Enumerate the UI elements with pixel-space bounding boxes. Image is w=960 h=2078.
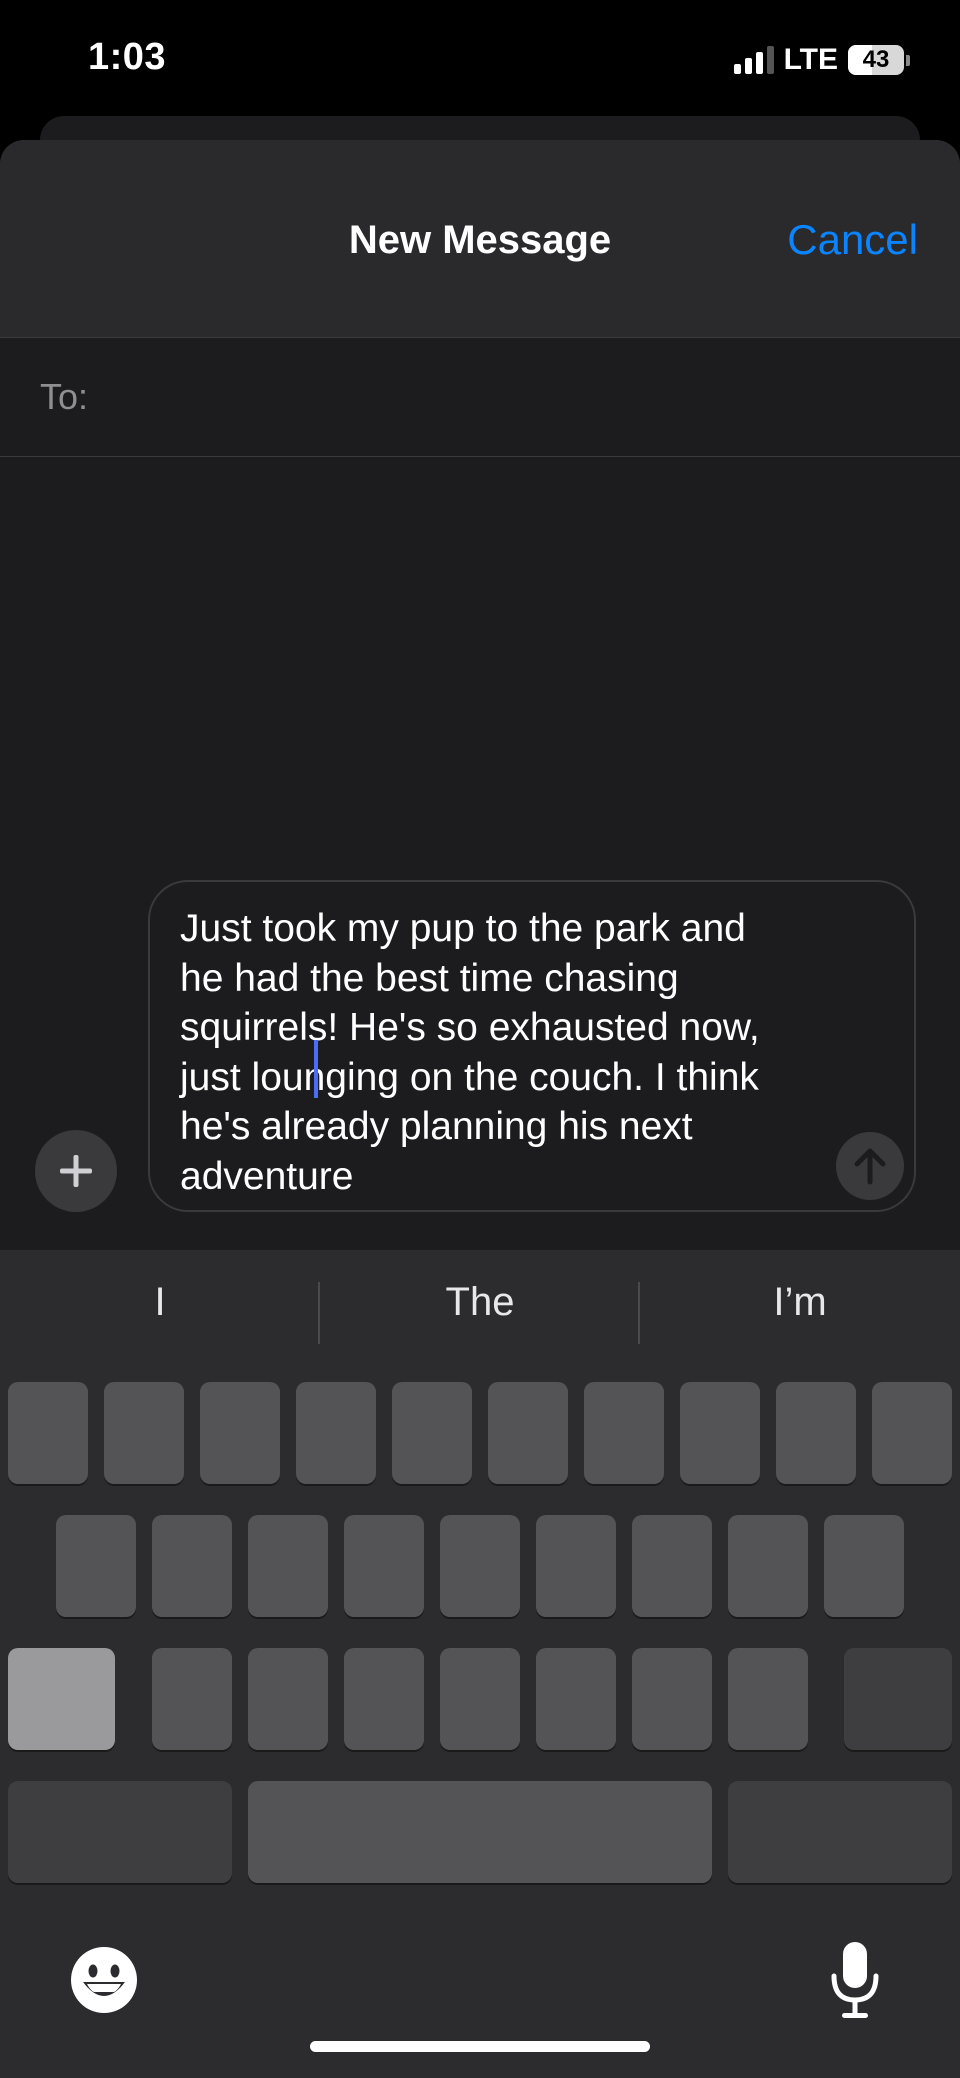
suggestion-2[interactable]: The: [320, 1280, 640, 1325]
keyboard-key[interactable]: [584, 1382, 664, 1484]
keyboard-key[interactable]: [680, 1382, 760, 1484]
recipient-row[interactable]: To:: [0, 338, 960, 457]
keyboard-key[interactable]: [872, 1382, 952, 1484]
message-text[interactable]: Just took my pup to the park and he had …: [180, 904, 820, 1201]
sheet-header: New Message Cancel: [0, 140, 960, 338]
shift-key[interactable]: [8, 1648, 115, 1750]
status-time: 1:03: [88, 36, 167, 78]
keyboard-key[interactable]: [152, 1648, 232, 1750]
emoji-icon: [71, 1947, 137, 2013]
keyboard: I The I’m: [0, 1250, 960, 2078]
cancel-button[interactable]: Cancel: [787, 216, 918, 264]
keyboard-key[interactable]: [248, 1648, 328, 1750]
keyboard-key[interactable]: [440, 1515, 520, 1617]
keyboard-key[interactable]: [248, 1515, 328, 1617]
keyboard-key[interactable]: [728, 1515, 808, 1617]
emoji-button[interactable]: [70, 1946, 138, 2019]
keyboard-key[interactable]: [440, 1648, 520, 1750]
screen: 1:03 LTE 43 New Message Cancel To: Just …: [0, 0, 960, 2078]
numbers-key[interactable]: [8, 1781, 232, 1883]
keyboard-key[interactable]: [488, 1382, 568, 1484]
dictation-button[interactable]: [830, 1942, 880, 2025]
keyboard-key[interactable]: [632, 1648, 712, 1750]
keyboard-key[interactable]: [776, 1382, 856, 1484]
delete-key[interactable]: [844, 1648, 952, 1750]
keyboard-key[interactable]: [536, 1515, 616, 1617]
home-indicator[interactable]: [310, 2041, 650, 2052]
keyboard-key[interactable]: [824, 1515, 904, 1617]
keyboard-key[interactable]: [8, 1382, 88, 1484]
keyboard-key[interactable]: [344, 1515, 424, 1617]
suggestion-3[interactable]: I’m: [640, 1280, 960, 1325]
send-button[interactable]: [836, 1132, 904, 1200]
keyboard-key[interactable]: [104, 1382, 184, 1484]
network-type: LTE: [783, 43, 838, 76]
keyboard-key[interactable]: [152, 1515, 232, 1617]
keyboard-key[interactable]: [200, 1382, 280, 1484]
microphone-icon: [831, 1942, 879, 2018]
keyboard-key[interactable]: [536, 1648, 616, 1750]
plus-icon: [60, 1155, 92, 1187]
battery-icon: 43: [848, 45, 904, 75]
cellular-signal-icon: [733, 46, 774, 74]
text-cursor: [314, 1040, 318, 1098]
arrow-up-icon: [854, 1148, 886, 1185]
keyboard-key[interactable]: [728, 1648, 808, 1750]
keyboard-key[interactable]: [632, 1515, 712, 1617]
keyboard-key[interactable]: [56, 1515, 136, 1617]
keyboard-key[interactable]: [344, 1648, 424, 1750]
battery-level: 43: [862, 46, 890, 73]
status-indicators: LTE 43: [733, 42, 910, 78]
to-label: To:: [40, 376, 89, 417]
keyboard-key[interactable]: [296, 1382, 376, 1484]
recipient-input[interactable]: [110, 366, 920, 428]
add-attachment-button[interactable]: [35, 1130, 117, 1212]
suggestion-1[interactable]: I: [0, 1280, 320, 1325]
keyboard-key[interactable]: [392, 1382, 472, 1484]
return-key[interactable]: [728, 1781, 952, 1883]
space-key[interactable]: [248, 1781, 712, 1883]
predictive-bar: I The I’m: [0, 1250, 960, 1378]
message-input[interactable]: Just took my pup to the park and he had …: [148, 880, 916, 1212]
